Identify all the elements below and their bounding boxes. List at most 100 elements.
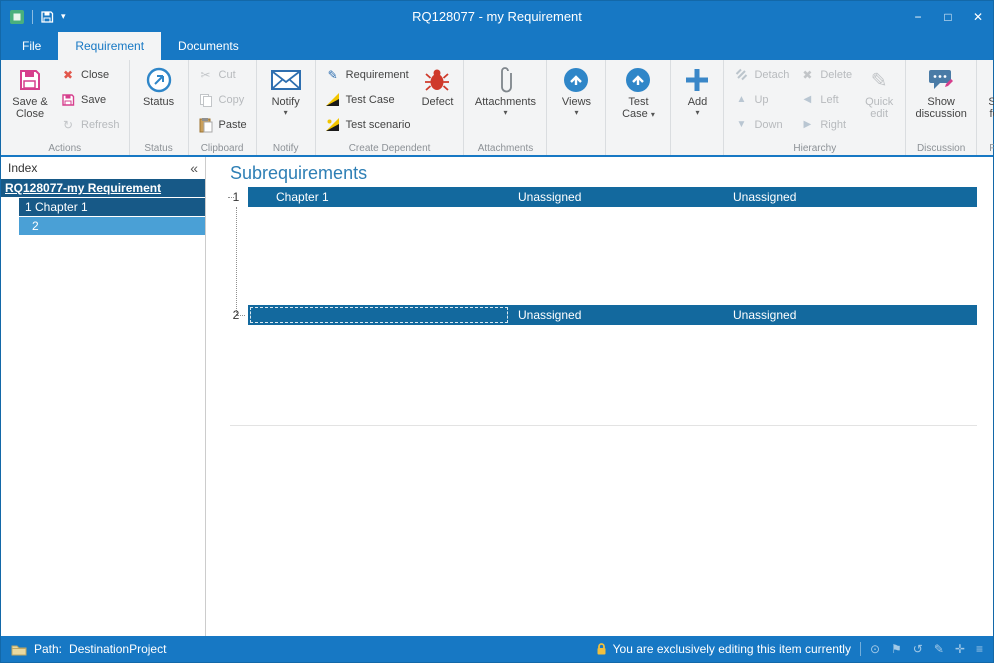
statusbar: Path: DestinationProject You are exclusi…	[1, 636, 993, 662]
row-number: 1	[224, 190, 248, 204]
down-button[interactable]: ▼ Down	[728, 112, 794, 137]
delete-button[interactable]: ✖ Delete	[794, 62, 857, 87]
ribbon-tab-row: File Requirement Documents	[1, 32, 993, 60]
content-area: Index « RQ128077-my Requirement 1 Chapte…	[1, 157, 993, 636]
move-icon[interactable]: ✛	[955, 642, 965, 656]
history-icon[interactable]: ↺	[913, 642, 923, 656]
status-cell: Unassigned	[733, 190, 796, 204]
assignee-cell: Unassigned	[518, 190, 733, 204]
app-icon[interactable]	[9, 9, 25, 25]
copy-button[interactable]: Copy	[193, 87, 252, 112]
tree-item-root[interactable]: RQ128077-my Requirement	[1, 179, 205, 197]
group-label-hierarchy: Hierarchy	[724, 143, 905, 154]
info-icon[interactable]: ⊙	[870, 642, 880, 656]
attachments-label: Attachments	[475, 96, 536, 108]
notify-button[interactable]: Notify ▾	[261, 62, 311, 117]
refresh-button[interactable]: ↻ Refresh	[55, 112, 125, 137]
up-button[interactable]: ▲ Up	[728, 87, 794, 112]
defect-label: Defect	[422, 96, 454, 108]
group-label-status: Status	[130, 143, 188, 154]
create-defect-button[interactable]: Defect	[415, 62, 459, 108]
create-test-case-button[interactable]: Test Case	[320, 87, 416, 112]
group-label-attachments: Attachments	[464, 143, 546, 154]
paste-icon	[198, 117, 214, 133]
tree-item-2-selected[interactable]: 2	[19, 217, 205, 235]
test-case-label-line1: Test	[628, 96, 648, 108]
ribbon-group-test-case: Test Case ▾	[606, 60, 671, 155]
subrequirements-pane: Subrequirements 1 Chapter 1 Unassigned U…	[206, 157, 993, 636]
notify-dropdown-icon: ▾	[284, 108, 288, 117]
save-and-close-button[interactable]: Save & Close	[5, 62, 55, 120]
tab-documents[interactable]: Documents	[161, 32, 256, 60]
subrequirement-bar-2[interactable]: Unassigned Unassigned	[248, 305, 977, 325]
status-button[interactable]: Status	[134, 62, 184, 108]
lock-icon	[596, 642, 607, 656]
group-label-discussion: Discussion	[906, 143, 976, 154]
save-button[interactable]: Save	[55, 87, 125, 112]
cut-button[interactable]: ✂ Cut	[193, 62, 252, 87]
left-arrow-icon: ◀	[799, 94, 815, 105]
close-button[interactable]: ✖ Close	[55, 62, 125, 87]
detach-icon	[733, 68, 749, 81]
minimize-button[interactable]: −	[903, 2, 933, 32]
up-arrow-icon: ▲	[733, 94, 749, 105]
create-requirement-button[interactable]: ✎ Requirement	[320, 62, 416, 87]
quick-edit-button[interactable]: ✎ Quick edit	[857, 62, 901, 120]
quick-access-dropdown-icon[interactable]: ▾	[61, 11, 66, 22]
status-label: Status	[143, 96, 174, 108]
test-scenario-icon	[325, 118, 341, 131]
simple-format-button[interactable]: Simple format	[981, 62, 994, 120]
ribbon: Save & Close ✖ Close Save	[1, 60, 993, 157]
ribbon-group-actions: Save & Close ✖ Close Save	[1, 60, 130, 155]
group-label-format: Format	[977, 143, 994, 154]
maximize-button[interactable]: □	[933, 2, 963, 32]
views-button[interactable]: Views ▾	[551, 62, 601, 117]
quick-save-icon[interactable]	[40, 10, 54, 24]
down-arrow-icon: ▼	[733, 119, 749, 130]
attachments-dropdown-icon: ▾	[503, 108, 507, 117]
ribbon-group-add: Add ▾	[671, 60, 724, 155]
views-dropdown-icon: ▾	[574, 108, 578, 117]
detach-button[interactable]: Detach	[728, 62, 794, 87]
right-button[interactable]: ▶ Right	[794, 112, 857, 137]
add-button[interactable]: Add ▾	[675, 62, 719, 117]
collapse-panel-icon[interactable]: «	[190, 160, 198, 176]
views-sphere-icon	[563, 64, 589, 96]
requirement-pen-icon: ✎	[325, 68, 341, 82]
test-case-icon	[325, 93, 341, 106]
left-button[interactable]: ◀ Left	[794, 87, 857, 112]
app-window: ▾ RQ128077 - my Requirement − □ ✕ File R…	[0, 0, 994, 663]
subrequirement-bar-1[interactable]: Chapter 1 Unassigned Unassigned	[248, 187, 977, 207]
save-close-icon	[18, 64, 42, 96]
subrequirement-title: Chapter 1	[248, 190, 518, 204]
signature-icon[interactable]: ✎	[934, 642, 944, 656]
ribbon-group-attachments: Attachments ▾ Attachments	[464, 60, 547, 155]
discussion-bubble-icon	[928, 64, 954, 96]
ribbon-group-status: Status Status	[130, 60, 189, 155]
ribbon-group-format: Simple format Format	[977, 60, 994, 155]
tree-item-chapter-1[interactable]: 1 Chapter 1	[19, 198, 205, 216]
folder-icon	[11, 643, 27, 656]
paste-button[interactable]: Paste	[193, 112, 252, 137]
subrequirement-title-input[interactable]	[250, 307, 508, 323]
save-icon	[60, 93, 76, 107]
test-case-sphere-icon	[625, 64, 651, 96]
tab-requirement[interactable]: Requirement	[58, 32, 161, 60]
create-test-scenario-button[interactable]: Test scenario	[320, 112, 416, 137]
attachments-button[interactable]: Attachments ▾	[468, 62, 542, 117]
row-number: 2	[224, 308, 248, 322]
hierarchy-icon[interactable]: ≡	[976, 642, 983, 656]
path-value: DestinationProject	[69, 642, 166, 656]
tab-file[interactable]: File	[5, 32, 58, 60]
close-window-button[interactable]: ✕	[963, 2, 993, 32]
ribbon-group-discussion: Show discussion Discussion	[906, 60, 977, 155]
titlebar-separator	[32, 10, 33, 24]
notify-envelope-icon	[271, 64, 301, 96]
show-discussion-button[interactable]: Show discussion	[910, 62, 972, 120]
group-label-clipboard: Clipboard	[189, 143, 256, 154]
test-case-button[interactable]: Test Case ▾	[610, 62, 666, 120]
add-plus-icon	[683, 64, 711, 96]
tree-connector	[236, 207, 237, 315]
close-x-icon: ✖	[60, 68, 76, 82]
flag-icon[interactable]: ⚑	[891, 642, 902, 656]
